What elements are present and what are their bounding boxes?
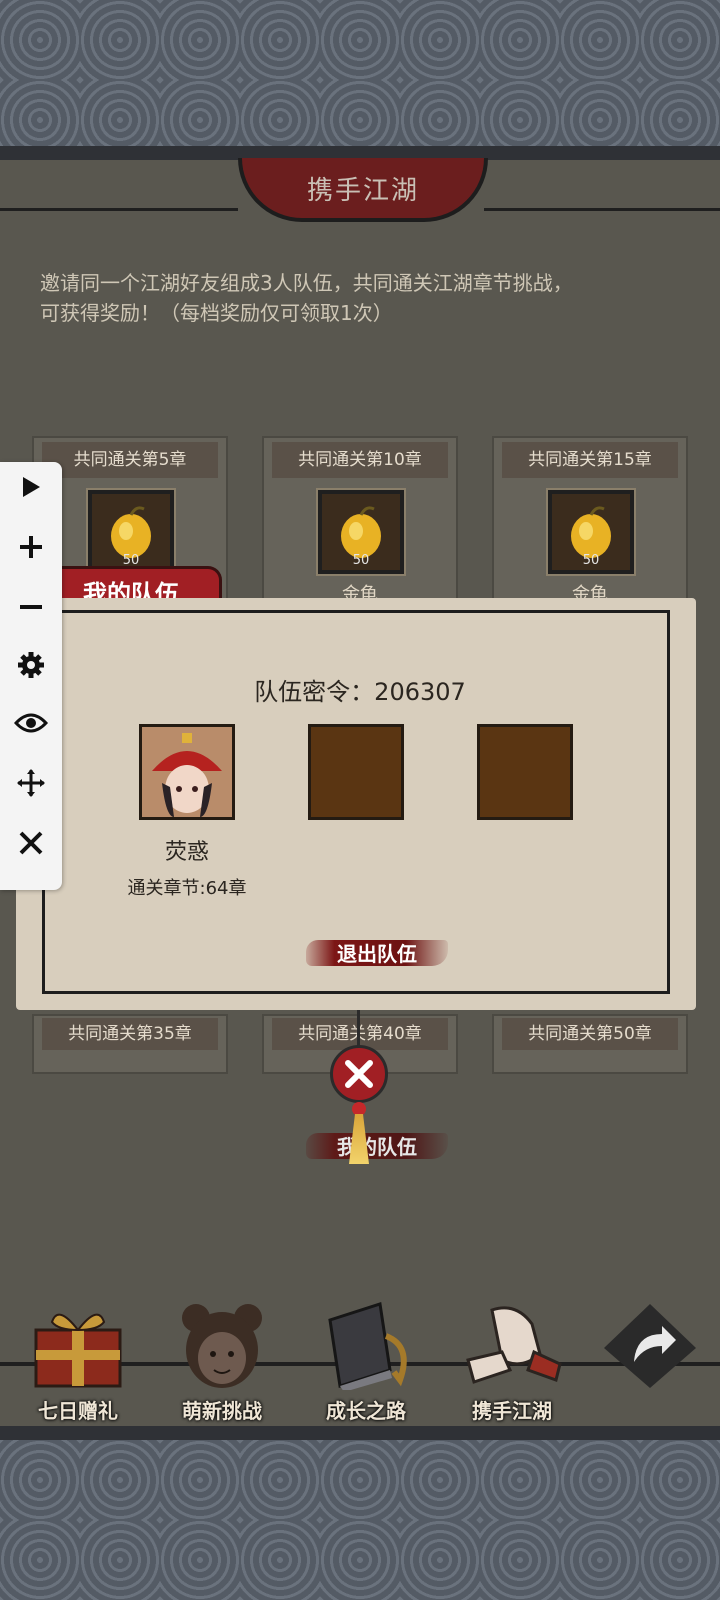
visibility-button[interactable] <box>6 698 56 748</box>
girl-avatar-icon <box>182 1304 262 1388</box>
plus-icon <box>20 536 42 558</box>
zoom-out-button[interactable] <box>6 582 56 632</box>
reward-title: 共同通关第5章 <box>42 442 218 478</box>
member-slot-1[interactable] <box>139 724 235 820</box>
floating-toolbar <box>0 462 62 890</box>
intro-line-2: 可获得奖励！（每档奖励仅可领取1次） <box>40 301 393 325</box>
nav-label: 萌新挑战 <box>182 1399 262 1423</box>
member-slot-2-empty[interactable] <box>308 724 404 820</box>
play-button[interactable] <box>6 462 56 512</box>
share-arrow-icon <box>604 1304 696 1388</box>
reward-title: 共同通关第15章 <box>502 442 678 478</box>
move-button[interactable] <box>6 758 56 808</box>
page-title: 携手江湖 <box>238 158 488 222</box>
reward-title: 共同通关第35章 <box>42 1018 218 1050</box>
frame-line-left <box>0 208 238 211</box>
move-icon <box>17 769 45 797</box>
tassel-string <box>357 1010 360 1046</box>
play-icon <box>23 477 40 497</box>
tassel-bead <box>352 1102 366 1116</box>
leave-team-label: 退出队伍 <box>337 941 417 966</box>
reward-item-box[interactable]: 50 <box>86 488 176 576</box>
close-modal-button[interactable] <box>330 1045 388 1103</box>
reward-item-box[interactable]: 50 <box>546 488 636 576</box>
reward-card-lower[interactable]: 共同通关第50章 <box>492 1014 688 1074</box>
intro-line-1: 邀请同一个江湖好友组成3人队伍，共同通关江湖章节挑战， <box>40 271 573 295</box>
handshake-icon <box>466 1306 562 1384</box>
toolbar-close-button[interactable] <box>6 818 56 868</box>
gear-icon <box>18 652 44 678</box>
settings-button[interactable] <box>6 640 56 690</box>
book-icon <box>328 1302 407 1390</box>
eye-icon <box>14 713 48 733</box>
nav-label: 成长之路 <box>326 1399 406 1423</box>
nav-join-hands[interactable]: 携手江湖 <box>442 1300 582 1432</box>
nav-seven-day-gift[interactable]: 七日赠礼 <box>8 1300 148 1432</box>
top-pattern-band <box>0 0 720 148</box>
member-avatar <box>142 727 232 817</box>
minus-icon <box>20 605 42 609</box>
member-slot-3-empty[interactable] <box>477 724 573 820</box>
intro-text: 邀请同一个江湖好友组成3人队伍，共同通关江湖章节挑战， 可获得奖励！（每档奖励仅… <box>40 268 690 328</box>
close-icon <box>345 1060 373 1088</box>
gift-icon <box>34 1313 122 1388</box>
zoom-in-button[interactable] <box>6 522 56 572</box>
member-name: 荧惑 <box>164 840 209 865</box>
frame-line-right <box>484 208 720 211</box>
reward-card[interactable]: 共同通关第15章 50 金龟 <box>492 436 688 616</box>
nav-label: 七日赠礼 <box>38 1399 118 1423</box>
my-team-label: 我的队伍 <box>337 1134 417 1159</box>
my-team-button[interactable]: 我的队伍 <box>306 1125 448 1165</box>
nav-share[interactable] <box>580 1300 720 1432</box>
reward-card[interactable]: 共同通关第10章 50 金龟 <box>262 436 458 616</box>
nav-newbie-challenge[interactable]: 萌新挑战 <box>152 1300 292 1432</box>
nav-label: 携手江湖 <box>472 1399 552 1423</box>
team-code: 队伍密令：206307 <box>254 678 466 706</box>
nav-growth-path[interactable]: 成长之路 <box>296 1300 436 1432</box>
bottom-pattern-band <box>0 1440 720 1600</box>
reward-qty: 50 <box>582 553 600 568</box>
reward-card-lower[interactable]: 共同通关第35章 <box>32 1014 228 1074</box>
reward-item-box[interactable]: 50 <box>316 488 406 576</box>
leave-team-button[interactable]: 退出队伍 <box>306 932 448 972</box>
reward-qty: 50 <box>352 553 370 568</box>
reward-title: 共同通关第50章 <box>502 1018 678 1050</box>
reward-title: 共同通关第10章 <box>272 442 448 478</box>
close-icon <box>19 831 43 855</box>
member-chapter: 通关章节:64章 <box>127 878 247 899</box>
